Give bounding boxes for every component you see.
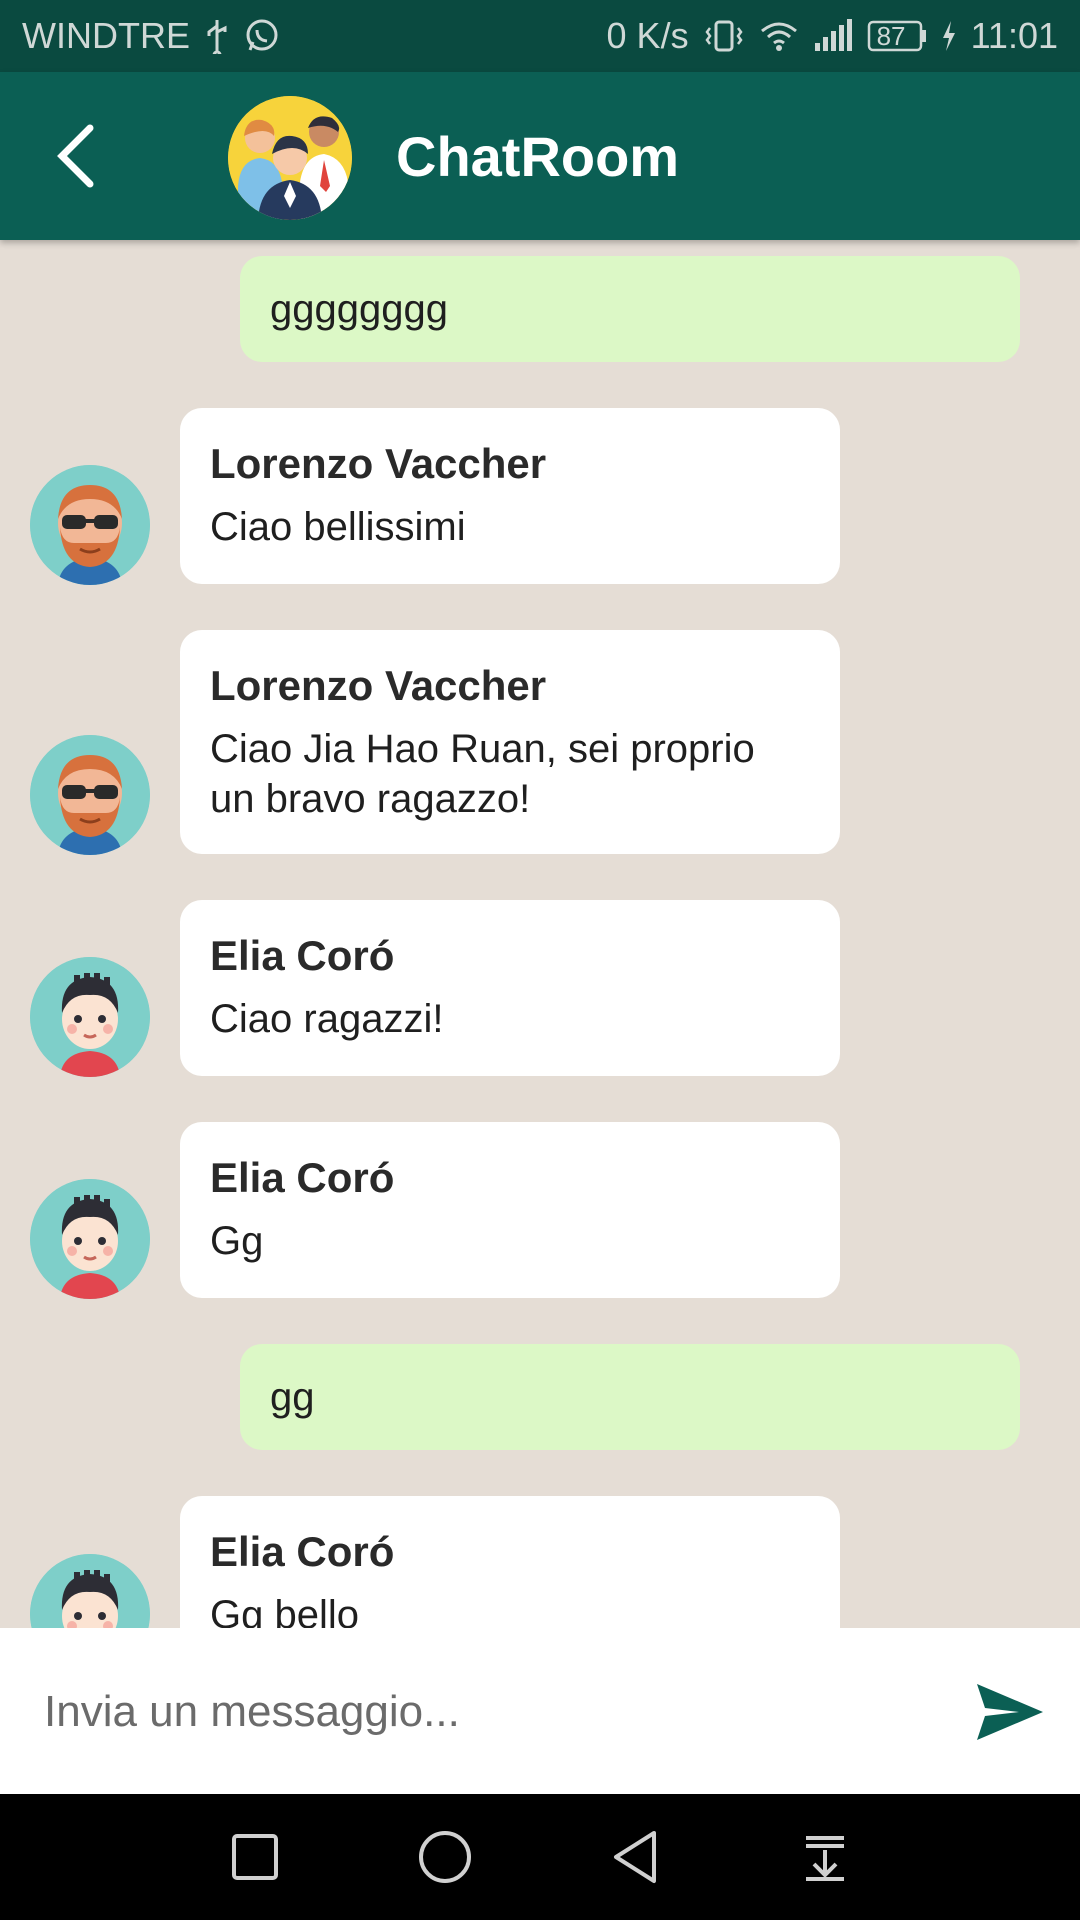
wifi-icon <box>759 19 799 53</box>
chat-screen: WINDTRE 0 K/s 87 11:01 ChatRoom gggggggg… <box>0 0 1080 1920</box>
recents-button[interactable] <box>210 1812 300 1902</box>
sender-name: Elia Coró <box>210 1154 395 1201</box>
circle-icon <box>419 1831 471 1883</box>
clock: 11:01 <box>970 15 1058 56</box>
avatar[interactable] <box>30 957 150 1077</box>
back-button[interactable] <box>36 116 116 196</box>
pull-down-icon <box>806 1836 844 1881</box>
sent-message[interactable]: gggggggg <box>240 256 1020 362</box>
message-text: Ciao Jia Hao Ruan, sei proprio un bravo … <box>210 727 755 821</box>
sender-name: Lorenzo Vaccher <box>210 440 547 487</box>
bearded-man-avatar-icon <box>30 735 150 855</box>
triangle-back-icon <box>614 1831 656 1883</box>
message-text: gg <box>270 1375 315 1419</box>
battery-level: 87 <box>876 21 906 51</box>
notification-pull-button[interactable] <box>780 1812 870 1902</box>
chevron-left-icon <box>57 124 94 188</box>
message-text: Gg bello <box>210 1593 359 1628</box>
charging-icon <box>941 21 957 51</box>
vibrate-icon <box>703 18 745 54</box>
received-message[interactable]: Elia Coró Gg bello <box>180 1496 840 1628</box>
avatar[interactable] <box>30 735 150 855</box>
signal-icon <box>813 19 853 53</box>
message-text: gggggggg <box>270 287 448 331</box>
status-right: 0 K/s 87 11:01 <box>607 15 1058 57</box>
received-message[interactable]: Lorenzo Vaccher Ciao bellissimi <box>180 408 840 584</box>
boy-avatar-icon <box>30 1554 150 1628</box>
avatar[interactable] <box>30 465 150 585</box>
composer-bar <box>0 1628 1080 1794</box>
message-text: Gg <box>210 1219 264 1263</box>
back-nav-button[interactable] <box>590 1812 680 1902</box>
carrier-name: WINDTRE <box>22 15 190 56</box>
system-nav-bar <box>0 1794 1080 1920</box>
message-input[interactable] <box>44 1676 924 1748</box>
received-message[interactable]: Elia Coró Gg <box>180 1122 840 1298</box>
battery-icon: 87 <box>867 19 927 53</box>
home-button[interactable] <box>400 1812 490 1902</box>
boy-avatar-icon <box>30 957 150 1077</box>
sender-name: Elia Coró <box>210 1528 395 1575</box>
chat-title: ChatRoom <box>396 125 680 188</box>
square-icon <box>232 1834 278 1880</box>
message-text: Ciao ragazzi! <box>210 997 444 1041</box>
sender-name: Elia Coró <box>210 932 395 979</box>
send-icon <box>977 1684 1043 1740</box>
network-speed: 0 K/s <box>606 15 689 56</box>
bearded-man-avatar-icon <box>30 465 150 585</box>
boy-avatar-icon <box>30 1179 150 1299</box>
message-text: Ciao bellissimi <box>210 505 466 549</box>
received-message[interactable]: Lorenzo Vaccher Ciao Jia Hao Ruan, sei p… <box>180 630 840 854</box>
whatsapp-icon <box>244 18 280 54</box>
avatar[interactable] <box>30 1179 150 1299</box>
sender-name: Lorenzo Vaccher <box>210 662 547 709</box>
received-message[interactable]: Elia Coró Ciao ragazzi! <box>180 900 840 1076</box>
usb-icon <box>204 18 230 54</box>
app-bar: ChatRoom <box>0 72 1080 240</box>
people-group-icon <box>228 96 352 220</box>
message-list[interactable]: gggggggg Lorenzo Vaccher Ciao bellissimi <box>0 240 1080 1628</box>
group-avatar[interactable] <box>228 96 352 220</box>
status-left: WINDTRE <box>22 15 280 57</box>
status-bar: WINDTRE 0 K/s 87 11:01 <box>0 0 1080 72</box>
avatar[interactable] <box>30 1554 150 1628</box>
sent-message[interactable]: gg <box>240 1344 1020 1450</box>
send-button[interactable] <box>970 1672 1050 1752</box>
